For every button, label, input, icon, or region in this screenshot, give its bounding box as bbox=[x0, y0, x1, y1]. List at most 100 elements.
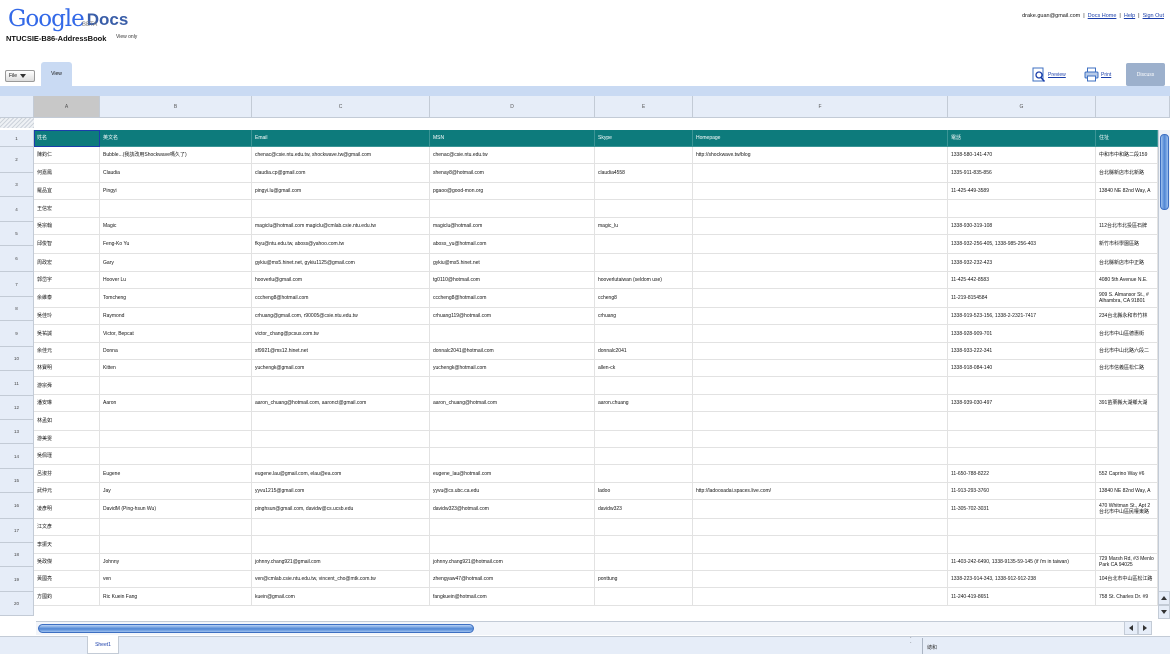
table-cell[interactable]: 邱俊智 bbox=[34, 235, 100, 254]
vertical-scrollbar[interactable] bbox=[1158, 130, 1170, 619]
preview-button[interactable]: Preview bbox=[1032, 67, 1066, 83]
table-cell[interactable] bbox=[430, 412, 595, 431]
column-header-c[interactable]: C bbox=[252, 96, 430, 118]
table-cell[interactable] bbox=[693, 325, 948, 343]
table-cell[interactable] bbox=[430, 377, 595, 395]
header-cell[interactable]: Skype bbox=[595, 130, 693, 147]
table-cell[interactable]: 羅品宜 bbox=[34, 183, 100, 200]
table-cell[interactable] bbox=[595, 254, 693, 272]
table-cell[interactable] bbox=[100, 431, 252, 448]
table-cell[interactable]: Victor, Bepcat bbox=[100, 325, 252, 343]
table-cell[interactable]: 1338-933-222-341 bbox=[948, 343, 1096, 360]
table-cell[interactable]: 1338-930-319-108 bbox=[948, 218, 1096, 235]
scroll-up-button[interactable] bbox=[1158, 591, 1170, 605]
table-cell[interactable] bbox=[1096, 412, 1158, 431]
table-cell[interactable] bbox=[948, 412, 1096, 431]
table-cell[interactable]: 13840 NE 82nd Way, A bbox=[1096, 183, 1158, 200]
table-cell[interactable]: 11-305-702-3031 bbox=[948, 500, 1096, 519]
scroll-down-button[interactable] bbox=[1158, 605, 1170, 619]
vertical-scroll-thumb[interactable] bbox=[1160, 134, 1169, 210]
table-cell[interactable] bbox=[693, 588, 948, 606]
table-cell[interactable]: donnalc2041@hotmail.com bbox=[430, 343, 595, 360]
row-header[interactable]: 4 bbox=[0, 197, 34, 222]
table-cell[interactable]: 11-913-293-3760 bbox=[948, 483, 1096, 500]
table-cell[interactable]: Aaron bbox=[100, 395, 252, 412]
table-cell[interactable]: 台北市信義區松仁路 bbox=[1096, 360, 1158, 377]
table-cell[interactable]: gykiu@ms5.hinet.net bbox=[430, 254, 595, 272]
table-cell[interactable] bbox=[595, 412, 693, 431]
table-cell[interactable]: 1338-928-909-701 bbox=[948, 325, 1096, 343]
table-cell[interactable]: 吳佩瑾 bbox=[34, 448, 100, 465]
scroll-right-button[interactable] bbox=[1138, 621, 1152, 635]
row-header[interactable]: 9 bbox=[0, 321, 34, 347]
table-cell[interactable]: 1338-932-256-405, 1338-985-256-403 bbox=[948, 235, 1096, 254]
table-cell[interactable]: ladoo bbox=[595, 483, 693, 500]
table-cell[interactable] bbox=[100, 536, 252, 554]
table-cell[interactable]: 234台北縣永和市竹林 bbox=[1096, 308, 1158, 325]
table-cell[interactable] bbox=[595, 431, 693, 448]
table-cell[interactable]: yyvu1215@gmail.com bbox=[252, 483, 430, 500]
table-cell[interactable]: allen-ck bbox=[595, 360, 693, 377]
sign-out-link[interactable]: Sign Out bbox=[1143, 13, 1164, 19]
table-cell[interactable]: Ric Kuein Fang bbox=[100, 588, 252, 606]
table-cell[interactable]: 552 Caprino Way #6 bbox=[1096, 465, 1158, 483]
table-cell[interactable] bbox=[430, 519, 595, 536]
table-cell[interactable]: 台北縣新店市中正路 bbox=[1096, 254, 1158, 272]
table-cell[interactable]: 潘安琳 bbox=[34, 395, 100, 412]
table-cell[interactable] bbox=[252, 448, 430, 465]
table-cell[interactable] bbox=[693, 377, 948, 395]
table-cell[interactable] bbox=[595, 554, 693, 571]
table-cell[interactable]: 1338-939-030-497 bbox=[948, 395, 1096, 412]
table-cell[interactable] bbox=[100, 412, 252, 431]
table-cell[interactable]: 呂淑芬 bbox=[34, 465, 100, 483]
table-cell[interactable]: johnny.chang921@gmail.com bbox=[252, 554, 430, 571]
table-cell[interactable]: 112台北市北投區石牌 bbox=[1096, 218, 1158, 235]
table-cell[interactable]: 周政宏 bbox=[34, 254, 100, 272]
table-cell[interactable]: 1338-932-232-423 bbox=[948, 254, 1096, 272]
table-cell[interactable]: Magic bbox=[100, 218, 252, 235]
table-cell[interactable]: 台北縣新店市北新路 bbox=[1096, 164, 1158, 183]
table-cell[interactable]: 李振天 bbox=[34, 536, 100, 554]
table-cell[interactable]: 余維泰 bbox=[34, 289, 100, 308]
row-header[interactable]: 7 bbox=[0, 272, 34, 297]
table-cell[interactable] bbox=[100, 448, 252, 465]
table-cell[interactable] bbox=[693, 571, 948, 588]
table-cell[interactable]: Raymond bbox=[100, 308, 252, 325]
table-cell[interactable]: 郭岱宇 bbox=[34, 272, 100, 289]
table-cell[interactable]: 新竹市科學園區路 bbox=[1096, 235, 1158, 254]
table-cell[interactable]: yuchengk@gmail.com bbox=[252, 360, 430, 377]
table-cell[interactable]: hooverlutaiwan (seldom use) bbox=[595, 272, 693, 289]
table-cell[interactable] bbox=[100, 519, 252, 536]
row-header[interactable]: 14 bbox=[0, 444, 34, 469]
table-cell[interactable] bbox=[948, 519, 1096, 536]
table-cell[interactable]: chenac@csie.ntu.edu.tw, shockwave.tw@gma… bbox=[252, 147, 430, 164]
table-cell[interactable]: Feng-Ko Yu bbox=[100, 235, 252, 254]
table-cell[interactable] bbox=[595, 519, 693, 536]
row-header[interactable]: 6 bbox=[0, 246, 34, 272]
table-cell[interactable]: http://shockwave.tw/blog bbox=[693, 147, 948, 164]
table-cell[interactable]: 陳鈞仁 bbox=[34, 147, 100, 164]
table-cell[interactable]: 台北市中山區德惠街 bbox=[1096, 325, 1158, 343]
table-cell[interactable]: Gary bbox=[100, 254, 252, 272]
table-cell[interactable]: sf9921@ms12.hinet.net bbox=[252, 343, 430, 360]
table-cell[interactable] bbox=[252, 412, 430, 431]
table-cell[interactable]: Johnny bbox=[100, 554, 252, 571]
table-cell[interactable]: 凌彥明 bbox=[34, 500, 100, 519]
table-cell[interactable] bbox=[430, 325, 595, 343]
table-cell[interactable] bbox=[693, 395, 948, 412]
help-link[interactable]: Help bbox=[1124, 13, 1135, 19]
table-cell[interactable]: magiclu@hotmail.com magiclu@cmlab.csie.n… bbox=[252, 218, 430, 235]
row-header[interactable]: 20 bbox=[0, 592, 34, 616]
table-cell[interactable]: 黃國亮 bbox=[34, 571, 100, 588]
table-cell[interactable] bbox=[693, 289, 948, 308]
table-cell[interactable]: Bubble...(我該改用Shockwave嗎久了) bbox=[100, 147, 252, 164]
table-cell[interactable] bbox=[595, 325, 693, 343]
table-cell[interactable]: crhuang@gmail.com, r90005@csie.ntu.edu.t… bbox=[252, 308, 430, 325]
table-cell[interactable]: eugene.lau@gmail.com, elau@ea.com bbox=[252, 465, 430, 483]
row-header[interactable]: 18 bbox=[0, 543, 34, 567]
table-cell[interactable]: 4080 5th Avenue N.E. bbox=[1096, 272, 1158, 289]
row-header[interactable]: 11 bbox=[0, 371, 34, 396]
row-header[interactable]: 19 bbox=[0, 567, 34, 592]
docs-home-link[interactable]: Docs Home bbox=[1088, 13, 1117, 19]
table-cell[interactable]: 中和市中和路二段159 bbox=[1096, 147, 1158, 164]
